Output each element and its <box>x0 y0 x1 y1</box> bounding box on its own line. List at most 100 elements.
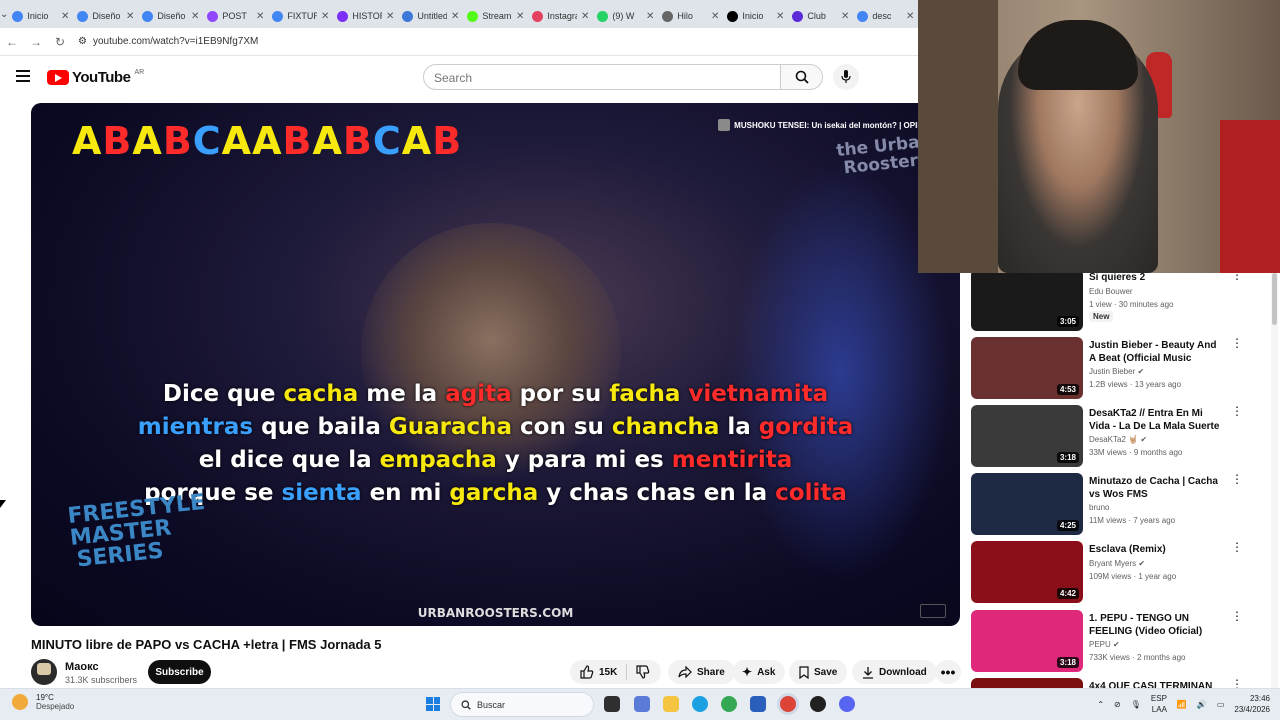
battery-icon[interactable]: ▭ <box>1217 700 1225 709</box>
recommendation-title[interactable]: DesaKTa2 // Entra En Mi Vida - La De La … <box>1089 407 1221 433</box>
thumbs-down-icon[interactable] <box>636 665 650 679</box>
browser-tab[interactable]: Inicio ✕ <box>8 4 73 28</box>
tab-search-chevron-icon[interactable]: ⌄ <box>0 0 8 28</box>
scrollbar-thumb[interactable] <box>1272 273 1277 325</box>
more-options-icon[interactable]: ⋮ <box>1231 610 1243 622</box>
more-options-icon[interactable]: ⋮ <box>1231 678 1243 688</box>
recommendation-thumbnail[interactable]: 4:42 <box>971 541 1083 603</box>
search-input[interactable]: Search <box>423 64 781 90</box>
voice-search-button[interactable] <box>833 64 859 90</box>
browser-tab[interactable]: Stream ✕ <box>463 4 528 28</box>
tab-close-icon[interactable]: ✕ <box>581 11 589 22</box>
search-button[interactable] <box>781 64 823 90</box>
taskbar-search[interactable]: Buscar <box>450 692 594 717</box>
recommendation-channel[interactable]: bruno <box>1089 503 1109 512</box>
browser-tab[interactable]: Hilo ✕ <box>658 4 723 28</box>
microphone-tray-icon[interactable]: 🎙 <box>1131 700 1141 709</box>
weather-widget[interactable]: 19°C Despejado <box>12 693 74 711</box>
subscribe-button[interactable]: Subscribe <box>148 660 211 684</box>
browser-tab[interactable]: Club ✕ <box>788 4 853 28</box>
recommendation-channel[interactable]: PEPU ✔ <box>1089 640 1120 649</box>
more-options-icon[interactable]: ⋮ <box>1231 473 1243 485</box>
tab-close-icon[interactable]: ✕ <box>711 11 719 22</box>
recommendation-thumbnail[interactable]: 4:53 <box>971 337 1083 399</box>
browser-tab[interactable]: desc ✕ <box>853 4 918 28</box>
recommendation-item[interactable]: 3:05 Si quieres 2 Edu Bouwer 1 view · 30 mi… <box>971 273 1271 333</box>
browser-tab[interactable]: (9) W ✕ <box>593 4 658 28</box>
browser-tab[interactable]: Diseño ✕ <box>138 4 203 28</box>
tab-close-icon[interactable]: ✕ <box>776 11 784 22</box>
tab-close-icon[interactable]: ✕ <box>906 11 914 22</box>
windows-start-icon[interactable] <box>426 697 440 711</box>
youtube-logo[interactable]: YouTube AR <box>47 69 144 86</box>
chrome-active-icon[interactable] <box>780 696 796 712</box>
recommendation-title[interactable]: 1. PEPU - TENGO UN FEELING (Video Oficia… <box>1089 612 1221 638</box>
file-explorer-icon[interactable] <box>663 696 679 712</box>
browser-tab[interactable]: Inicio ✕ <box>723 4 788 28</box>
discord-icon[interactable] <box>839 696 855 712</box>
recommendation-thumbnail[interactable]: 3:05 <box>971 273 1083 331</box>
site-info-icon[interactable]: ⚙ <box>78 36 87 47</box>
browser-tab[interactable]: Untitled ✕ <box>398 4 463 28</box>
task-view-icon[interactable] <box>604 696 620 712</box>
recommendation-channel[interactable]: Edu Bouwer <box>1089 287 1133 296</box>
tab-close-icon[interactable]: ✕ <box>841 11 849 22</box>
recommendation-item[interactable]: 4:25 Minutazo de Cacha | Cacha vs Wos FMS… <box>971 473 1271 537</box>
tab-close-icon[interactable]: ✕ <box>126 11 134 22</box>
chrome-icon[interactable] <box>721 696 737 712</box>
recommendation-thumbnail[interactable]: 3:18 <box>971 405 1083 467</box>
obs-studio-icon[interactable] <box>810 696 826 712</box>
reload-icon[interactable]: ↻ <box>48 35 72 49</box>
back-icon[interactable]: ← <box>0 35 24 49</box>
save-button[interactable]: Save <box>789 660 848 684</box>
tab-close-icon[interactable]: ✕ <box>61 11 69 22</box>
recommendation-item[interactable]: 4:42 Esclava (Remix) Bryant Myers ✔ 109M vi… <box>971 541 1271 605</box>
player-corner-icon[interactable] <box>920 604 946 618</box>
video-player[interactable]: ABABCAABABCAB MUSHOKU TENSEI: Un isekai … <box>31 103 960 626</box>
recommendation-thumbnail[interactable]: 3:18 <box>971 610 1083 672</box>
widgets-app-icon[interactable] <box>634 696 650 712</box>
notification-off-icon[interactable]: ⊘ <box>1114 700 1121 709</box>
browser-tab[interactable]: HISTORIA ✕ <box>333 4 398 28</box>
channel-avatar[interactable] <box>31 659 57 685</box>
recommendation-channel[interactable]: Bryant Myers ✔ <box>1089 559 1145 568</box>
recommendation-title[interactable]: Justin Bieber - Beauty And A Beat (Offic… <box>1089 339 1221 365</box>
recommendation-thumbnail[interactable]: 4:25 <box>971 473 1083 535</box>
taskbar-clock[interactable]: 23:46 23/4/2026 <box>1234 693 1270 715</box>
url-field[interactable]: ⚙ youtube.com/watch?v=i1EB9Nfg7XM <box>78 36 258 47</box>
more-options-icon[interactable]: ⋮ <box>1231 405 1243 417</box>
store-app-icon[interactable] <box>750 696 766 712</box>
tab-close-icon[interactable]: ✕ <box>386 11 394 22</box>
recommendation-thumbnail[interactable] <box>971 678 1083 688</box>
recommendation-item[interactable]: 4:53 Justin Bieber - Beauty And A Beat (O… <box>971 337 1271 401</box>
download-button[interactable]: Download <box>852 660 937 684</box>
hamburger-menu-icon[interactable] <box>16 70 30 82</box>
tab-close-icon[interactable]: ✕ <box>256 11 264 22</box>
browser-tab[interactable]: Diseño ✕ <box>73 4 138 28</box>
ask-button[interactable]: ✦ Ask <box>732 660 786 684</box>
recommendation-item[interactable]: 3:18 1. PEPU - TENGO UN FEELING (Video Of… <box>971 610 1271 674</box>
more-options-icon[interactable]: ⋮ <box>1231 337 1243 349</box>
recommendation-item[interactable]: 4x4 QUE CASI TERMINAN EN ⋮ <box>971 678 1271 688</box>
recommendation-title[interactable]: 4x4 QUE CASI TERMINAN EN <box>1089 680 1221 688</box>
recommendation-channel[interactable]: DesaKTa2 🤘🏼 ✔ <box>1089 435 1147 444</box>
more-options-icon[interactable]: ⋮ <box>1231 273 1243 281</box>
recommendation-title[interactable]: Minutazo de Cacha | Cacha vs Wos FMS <box>1089 475 1221 501</box>
recommendation-item[interactable]: 3:18 DesaKTa2 // Entra En Mi Vida - La De… <box>971 405 1271 469</box>
tray-overflow-chevron-icon[interactable]: ⌃ <box>1097 700 1104 709</box>
tab-close-icon[interactable]: ✕ <box>516 11 524 22</box>
browser-tab[interactable]: POST ✕ <box>203 4 268 28</box>
volume-icon[interactable]: 🔊 <box>1197 700 1207 709</box>
tab-close-icon[interactable]: ✕ <box>191 11 199 22</box>
input-language[interactable]: ESP LAA <box>1151 693 1167 715</box>
recommendation-channel[interactable]: Justin Bieber ✔ <box>1089 367 1144 376</box>
tab-close-icon[interactable]: ✕ <box>451 11 459 22</box>
wifi-icon[interactable]: 📶 <box>1177 700 1187 709</box>
share-button[interactable]: Share <box>668 660 735 684</box>
forward-icon[interactable]: → <box>24 35 48 49</box>
edge-browser-icon[interactable] <box>692 696 708 712</box>
channel-name[interactable]: Маокс <box>65 661 99 673</box>
browser-tab[interactable]: Instagram ✕ <box>528 4 593 28</box>
recommendation-title[interactable]: Si quieres 2 <box>1089 273 1221 284</box>
like-button[interactable]: 15K <box>580 665 617 679</box>
